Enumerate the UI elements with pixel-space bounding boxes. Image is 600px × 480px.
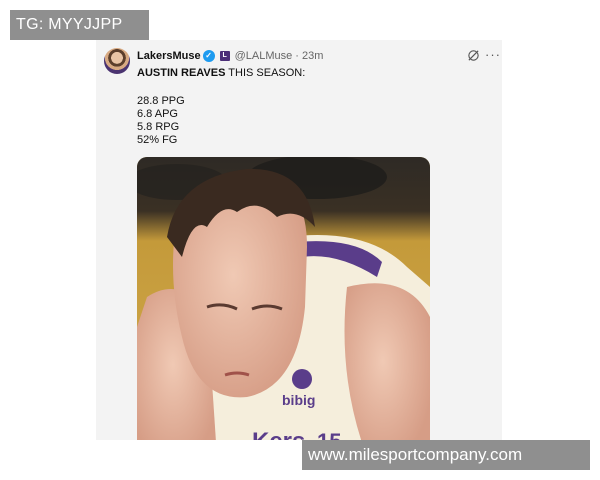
jersey-number: 15	[317, 429, 341, 440]
grok-icon[interactable]	[467, 49, 480, 62]
jersey-sponsor-logo: bibig	[282, 392, 315, 408]
author-name[interactable]: LakersMuse	[137, 50, 201, 62]
stat-rpg: 5.8 RPG	[137, 121, 180, 133]
stat-apg: 6.8 APG	[137, 108, 178, 120]
season-stats-list: 28.8 PPG 6.8 APG 5.8 RPG 52% FG	[137, 95, 185, 147]
watermark-bottom: www.milesportcompany.com	[302, 440, 590, 470]
more-options-icon[interactable]: ···	[485, 47, 501, 62]
stat-ppg: 28.8 PPG	[137, 95, 185, 107]
player-avatar[interactable]	[104, 48, 130, 74]
tweet-card[interactable]: LakersMuse ✓ L @LALMuse · 23m ··· AUSTIN…	[96, 40, 502, 440]
author-handle: @LALMuse · 23m	[235, 50, 324, 62]
jersey-text: Kers	[252, 428, 305, 440]
headline-player-name: AUSTIN REAVES	[137, 67, 226, 79]
author-handle-text[interactable]: @LALMuse	[235, 50, 293, 62]
headline-rest: THIS SEASON:	[225, 67, 306, 79]
tweet-photo[interactable]: bibig Kers 15	[137, 157, 430, 440]
verified-badge-icon: ✓	[202, 50, 215, 62]
watermark-top: TG: MYYJJPP	[10, 10, 149, 40]
tweet-header: LakersMuse ✓ L @LALMuse · 23m	[137, 48, 323, 64]
lakers-affiliate-badge-icon[interactable]: L	[219, 51, 230, 61]
post-time[interactable]: 23m	[302, 50, 323, 62]
stat-fg: 52% FG	[137, 134, 178, 146]
player-photo-illustration: bibig Kers 15	[137, 157, 430, 440]
time-separator: ·	[295, 50, 299, 62]
tweet-headline: AUSTIN REAVES THIS SEASON:	[137, 67, 305, 79]
